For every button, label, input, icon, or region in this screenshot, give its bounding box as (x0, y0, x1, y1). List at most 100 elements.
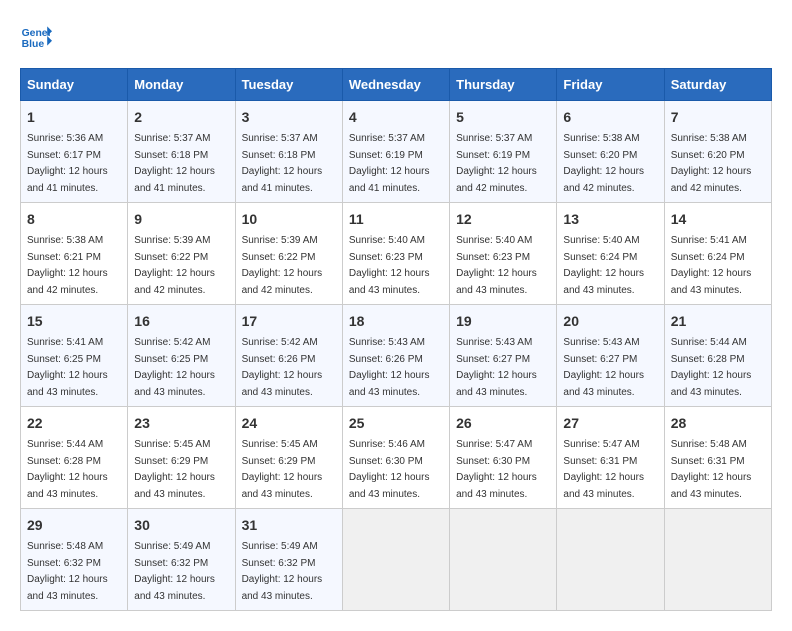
day-info: Sunrise: 5:46 AMSunset: 6:30 PMDaylight:… (349, 439, 430, 500)
table-row (342, 509, 449, 611)
day-info: Sunrise: 5:41 AMSunset: 6:25 PMDaylight:… (27, 337, 108, 398)
calendar-week-4: 22 Sunrise: 5:44 AMSunset: 6:28 PMDayligh… (21, 407, 772, 509)
day-info: Sunrise: 5:42 AMSunset: 6:25 PMDaylight:… (134, 337, 215, 398)
day-number: 24 (242, 413, 336, 434)
table-row: 7 Sunrise: 5:38 AMSunset: 6:20 PMDaylight… (664, 101, 771, 203)
calendar-week-1: 1Sunrise: 5:36 AMSunset: 6:17 PMDaylight… (21, 101, 772, 203)
day-info: Sunrise: 5:43 AMSunset: 6:27 PMDaylight:… (563, 337, 644, 398)
calendar-body: 1Sunrise: 5:36 AMSunset: 6:17 PMDaylight… (21, 101, 772, 611)
day-number: 4 (349, 107, 443, 128)
day-number: 9 (134, 209, 228, 230)
table-row: 22 Sunrise: 5:44 AMSunset: 6:28 PMDayligh… (21, 407, 128, 509)
day-number: 1 (27, 107, 121, 128)
day-number: 26 (456, 413, 550, 434)
table-row: 5 Sunrise: 5:37 AMSunset: 6:19 PMDaylight… (450, 101, 557, 203)
day-info: Sunrise: 5:37 AMSunset: 6:19 PMDaylight:… (349, 133, 430, 194)
day-number: 3 (242, 107, 336, 128)
day-header-friday: Friday (557, 69, 664, 101)
day-number: 17 (242, 311, 336, 332)
table-row: 4 Sunrise: 5:37 AMSunset: 6:19 PMDaylight… (342, 101, 449, 203)
day-header-tuesday: Tuesday (235, 69, 342, 101)
day-number: 19 (456, 311, 550, 332)
day-number: 2 (134, 107, 228, 128)
day-info: Sunrise: 5:40 AMSunset: 6:23 PMDaylight:… (349, 235, 430, 296)
day-number: 12 (456, 209, 550, 230)
day-number: 8 (27, 209, 121, 230)
day-number: 28 (671, 413, 765, 434)
day-number: 23 (134, 413, 228, 434)
day-number: 25 (349, 413, 443, 434)
day-number: 22 (27, 413, 121, 434)
table-row: 6 Sunrise: 5:38 AMSunset: 6:20 PMDaylight… (557, 101, 664, 203)
day-number: 15 (27, 311, 121, 332)
day-number: 21 (671, 311, 765, 332)
table-row: 25 Sunrise: 5:46 AMSunset: 6:30 PMDayligh… (342, 407, 449, 509)
day-info: Sunrise: 5:44 AMSunset: 6:28 PMDaylight:… (27, 439, 108, 500)
day-info: Sunrise: 5:45 AMSunset: 6:29 PMDaylight:… (134, 439, 215, 500)
day-number: 30 (134, 515, 228, 536)
table-row: 31 Sunrise: 5:49 AMSunset: 6:32 PMDayligh… (235, 509, 342, 611)
day-info: Sunrise: 5:48 AMSunset: 6:31 PMDaylight:… (671, 439, 752, 500)
calendar-week-5: 29 Sunrise: 5:48 AMSunset: 6:32 PMDayligh… (21, 509, 772, 611)
table-row: 11 Sunrise: 5:40 AMSunset: 6:23 PMDayligh… (342, 203, 449, 305)
day-number: 11 (349, 209, 443, 230)
day-info: Sunrise: 5:48 AMSunset: 6:32 PMDaylight:… (27, 541, 108, 602)
table-row: 10 Sunrise: 5:39 AMSunset: 6:22 PMDayligh… (235, 203, 342, 305)
day-info: Sunrise: 5:49 AMSunset: 6:32 PMDaylight:… (242, 541, 323, 602)
table-row: 21 Sunrise: 5:44 AMSunset: 6:28 PMDayligh… (664, 305, 771, 407)
day-info: Sunrise: 5:39 AMSunset: 6:22 PMDaylight:… (242, 235, 323, 296)
day-info: Sunrise: 5:38 AMSunset: 6:20 PMDaylight:… (563, 133, 644, 194)
calendar-table: SundayMondayTuesdayWednesdayThursdayFrid… (20, 68, 772, 611)
table-row: 13 Sunrise: 5:40 AMSunset: 6:24 PMDayligh… (557, 203, 664, 305)
table-row: 1Sunrise: 5:36 AMSunset: 6:17 PMDaylight… (21, 101, 128, 203)
day-number: 20 (563, 311, 657, 332)
day-info: Sunrise: 5:39 AMSunset: 6:22 PMDaylight:… (134, 235, 215, 296)
table-row: 3 Sunrise: 5:37 AMSunset: 6:18 PMDaylight… (235, 101, 342, 203)
day-header-wednesday: Wednesday (342, 69, 449, 101)
day-number: 29 (27, 515, 121, 536)
day-info: Sunrise: 5:37 AMSunset: 6:18 PMDaylight:… (242, 133, 323, 194)
day-info: Sunrise: 5:38 AMSunset: 6:20 PMDaylight:… (671, 133, 752, 194)
table-row: 28 Sunrise: 5:48 AMSunset: 6:31 PMDayligh… (664, 407, 771, 509)
table-row: 26 Sunrise: 5:47 AMSunset: 6:30 PMDayligh… (450, 407, 557, 509)
day-number: 18 (349, 311, 443, 332)
day-header-monday: Monday (128, 69, 235, 101)
table-row: 2 Sunrise: 5:37 AMSunset: 6:18 PMDaylight… (128, 101, 235, 203)
table-row: 19 Sunrise: 5:43 AMSunset: 6:27 PMDayligh… (450, 305, 557, 407)
day-number: 6 (563, 107, 657, 128)
day-info: Sunrise: 5:41 AMSunset: 6:24 PMDaylight:… (671, 235, 752, 296)
table-row: 17 Sunrise: 5:42 AMSunset: 6:26 PMDayligh… (235, 305, 342, 407)
day-number: 7 (671, 107, 765, 128)
day-info: Sunrise: 5:44 AMSunset: 6:28 PMDaylight:… (671, 337, 752, 398)
day-info: Sunrise: 5:47 AMSunset: 6:30 PMDaylight:… (456, 439, 537, 500)
day-info: Sunrise: 5:40 AMSunset: 6:24 PMDaylight:… (563, 235, 644, 296)
day-info: Sunrise: 5:37 AMSunset: 6:19 PMDaylight:… (456, 133, 537, 194)
table-row: 20 Sunrise: 5:43 AMSunset: 6:27 PMDayligh… (557, 305, 664, 407)
day-info: Sunrise: 5:42 AMSunset: 6:26 PMDaylight:… (242, 337, 323, 398)
day-info: Sunrise: 5:47 AMSunset: 6:31 PMDaylight:… (563, 439, 644, 500)
day-info: Sunrise: 5:45 AMSunset: 6:29 PMDaylight:… (242, 439, 323, 500)
table-row: 9 Sunrise: 5:39 AMSunset: 6:22 PMDaylight… (128, 203, 235, 305)
table-row: 18 Sunrise: 5:43 AMSunset: 6:26 PMDayligh… (342, 305, 449, 407)
day-info: Sunrise: 5:37 AMSunset: 6:18 PMDaylight:… (134, 133, 215, 194)
day-info: Sunrise: 5:43 AMSunset: 6:27 PMDaylight:… (456, 337, 537, 398)
calendar-week-2: 8Sunrise: 5:38 AMSunset: 6:21 PMDaylight… (21, 203, 772, 305)
table-row: 29 Sunrise: 5:48 AMSunset: 6:32 PMDayligh… (21, 509, 128, 611)
calendar-week-3: 15 Sunrise: 5:41 AMSunset: 6:25 PMDayligh… (21, 305, 772, 407)
day-number: 14 (671, 209, 765, 230)
table-row: 8Sunrise: 5:38 AMSunset: 6:21 PMDaylight… (21, 203, 128, 305)
day-number: 31 (242, 515, 336, 536)
day-header-sunday: Sunday (21, 69, 128, 101)
day-header-saturday: Saturday (664, 69, 771, 101)
day-info: Sunrise: 5:43 AMSunset: 6:26 PMDaylight:… (349, 337, 430, 398)
table-row: 14 Sunrise: 5:41 AMSunset: 6:24 PMDayligh… (664, 203, 771, 305)
day-number: 10 (242, 209, 336, 230)
day-info: Sunrise: 5:40 AMSunset: 6:23 PMDaylight:… (456, 235, 537, 296)
day-number: 5 (456, 107, 550, 128)
logo-icon: General Blue (20, 20, 52, 52)
table-row: 24 Sunrise: 5:45 AMSunset: 6:29 PMDayligh… (235, 407, 342, 509)
day-header-thursday: Thursday (450, 69, 557, 101)
table-row: 16Sunrise: 5:42 AMSunset: 6:25 PMDayligh… (128, 305, 235, 407)
day-number: 13 (563, 209, 657, 230)
day-info: Sunrise: 5:49 AMSunset: 6:32 PMDaylight:… (134, 541, 215, 602)
